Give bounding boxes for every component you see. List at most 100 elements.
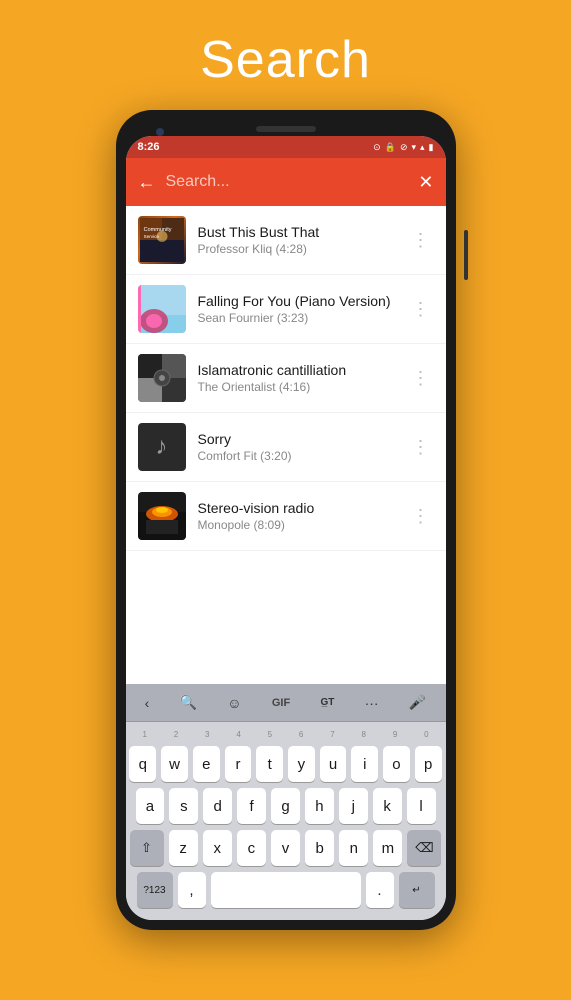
key-r[interactable]: r — [225, 746, 252, 782]
svg-text:Service: Service — [143, 234, 159, 239]
song-artwork: Community Service — [138, 216, 186, 264]
num-hint: 3 — [194, 726, 220, 742]
key-l[interactable]: l — [407, 788, 436, 824]
song-title: Falling For You (Piano Version) — [198, 293, 396, 309]
phone-speaker — [256, 126, 316, 132]
song-item[interactable]: ♪ Sorry Comfort Fit (3:20) ⋮ — [126, 413, 446, 482]
back-button[interactable]: ← — [138, 172, 156, 193]
num-hint: 5 — [257, 726, 283, 742]
song-title: Stereo-vision radio — [198, 500, 396, 516]
song-title: Sorry — [198, 431, 396, 447]
song-list: Community Service Bust This Bust That Pr… — [126, 206, 446, 684]
more-button[interactable]: ⋮ — [408, 295, 434, 324]
song-item[interactable]: Islamatronic cantilliation The Orientali… — [126, 344, 446, 413]
song-artwork: ♪ — [138, 423, 186, 471]
key-g[interactable]: g — [271, 788, 300, 824]
song-item[interactable]: Stereo-vision radio Monopole (8:09) ⋮ — [126, 482, 446, 551]
key-comma[interactable]: , — [178, 872, 206, 908]
key-space[interactable] — [211, 872, 361, 908]
song-info: Bust This Bust That Professor Kliq (4:28… — [198, 224, 396, 256]
key-v[interactable]: v — [271, 830, 300, 866]
search-bar: ← ✕ — [126, 158, 446, 206]
key-backspace[interactable]: ⌫ — [407, 830, 441, 866]
key-e[interactable]: e — [193, 746, 220, 782]
song-title: Islamatronic cantilliation — [198, 362, 396, 378]
song-meta: Monopole (8:09) — [198, 518, 396, 532]
more-button[interactable]: ⋮ — [408, 226, 434, 255]
keyboard-row-2: a s d f g h j k l — [126, 788, 446, 824]
key-x[interactable]: x — [203, 830, 232, 866]
song-title: Bust This Bust That — [198, 224, 396, 240]
more-button[interactable]: ⋮ — [408, 433, 434, 462]
key-d[interactable]: d — [203, 788, 232, 824]
key-p[interactable]: p — [415, 746, 442, 782]
key-j[interactable]: j — [339, 788, 368, 824]
song-meta: Comfort Fit (3:20) — [198, 449, 396, 463]
keyboard-gif-button[interactable]: GIF — [266, 693, 296, 713]
svg-text:Community: Community — [143, 227, 171, 233]
num-hint: 9 — [382, 726, 408, 742]
key-s[interactable]: s — [169, 788, 198, 824]
key-a[interactable]: a — [136, 788, 165, 824]
signal-icon: ▴ — [420, 142, 425, 153]
song-artwork — [138, 285, 186, 333]
number-hint-row: 1 2 3 4 5 6 7 8 9 0 — [126, 722, 446, 742]
key-period[interactable]: . — [366, 872, 394, 908]
num-hint: 2 — [163, 726, 189, 742]
num-hint: 0 — [413, 726, 439, 742]
song-meta: Sean Fournier (3:23) — [198, 311, 396, 325]
keyboard-search-button[interactable]: 🔍 — [174, 690, 203, 715]
keyboard-emoji-button[interactable]: ☺ — [221, 691, 247, 715]
keyboard-row-4: ?123 , . ↵ — [126, 872, 446, 914]
song-info: Islamatronic cantilliation The Orientali… — [198, 362, 396, 394]
num-hint: 7 — [319, 726, 345, 742]
key-symbols[interactable]: ?123 — [137, 872, 173, 908]
num-hint: 6 — [288, 726, 314, 742]
num-hint: 1 — [132, 726, 158, 742]
key-t[interactable]: t — [256, 746, 283, 782]
key-z[interactable]: z — [169, 830, 198, 866]
key-b[interactable]: b — [305, 830, 334, 866]
key-return[interactable]: ↵ — [399, 872, 435, 908]
clear-button[interactable]: ✕ — [418, 172, 433, 193]
key-f[interactable]: f — [237, 788, 266, 824]
num-hint: 8 — [351, 726, 377, 742]
song-item[interactable]: Falling For You (Piano Version) Sean Fou… — [126, 275, 446, 344]
phone-frame: 8:26 ⊙ 🔒 ⊘ ▾ ▴ ▮ ← ✕ — [116, 110, 456, 930]
song-item[interactable]: Community Service Bust This Bust That Pr… — [126, 206, 446, 275]
song-info: Stereo-vision radio Monopole (8:09) — [198, 500, 396, 532]
song-artwork — [138, 354, 186, 402]
battery-icon: 🔒 — [385, 142, 396, 153]
song-artwork — [138, 492, 186, 540]
song-meta: Professor Kliq (4:28) — [198, 242, 396, 256]
key-q[interactable]: q — [129, 746, 156, 782]
keyboard-translate-button[interactable]: G̲T — [314, 693, 340, 712]
phone-screen: 8:26 ⊙ 🔒 ⊘ ▾ ▴ ▮ ← ✕ — [126, 136, 446, 920]
keyboard-mic-button[interactable]: 🎤 — [403, 690, 432, 715]
more-button[interactable]: ⋮ — [408, 364, 434, 393]
key-n[interactable]: n — [339, 830, 368, 866]
more-button[interactable]: ⋮ — [408, 502, 434, 531]
phone-top — [126, 120, 446, 136]
key-y[interactable]: y — [288, 746, 315, 782]
keyboard-more-button[interactable]: ··· — [359, 691, 385, 715]
key-o[interactable]: o — [383, 746, 410, 782]
phone-side-button — [464, 230, 468, 280]
battery-level-icon: ▮ — [429, 142, 434, 153]
key-k[interactable]: k — [373, 788, 402, 824]
song-info: Sorry Comfort Fit (3:20) — [198, 431, 396, 463]
key-m[interactable]: m — [373, 830, 402, 866]
keyboard-toolbar: ‹ 🔍 ☺ GIF G̲T ··· 🎤 — [126, 684, 446, 722]
page-title: Search — [200, 30, 371, 90]
key-w[interactable]: w — [161, 746, 188, 782]
keyboard-area: ‹ 🔍 ☺ GIF G̲T ··· 🎤 1 2 3 4 5 6 7 8 9 0 — [126, 684, 446, 920]
key-shift[interactable]: ⇧ — [130, 830, 164, 866]
notification-icon: ⊙ — [373, 142, 381, 153]
key-i[interactable]: i — [351, 746, 378, 782]
search-input[interactable] — [166, 173, 409, 191]
key-h[interactable]: h — [305, 788, 334, 824]
key-c[interactable]: c — [237, 830, 266, 866]
status-bar: 8:26 ⊙ 🔒 ⊘ ▾ ▴ ▮ — [126, 136, 446, 158]
key-u[interactable]: u — [320, 746, 347, 782]
keyboard-back-button[interactable]: ‹ — [139, 691, 156, 715]
